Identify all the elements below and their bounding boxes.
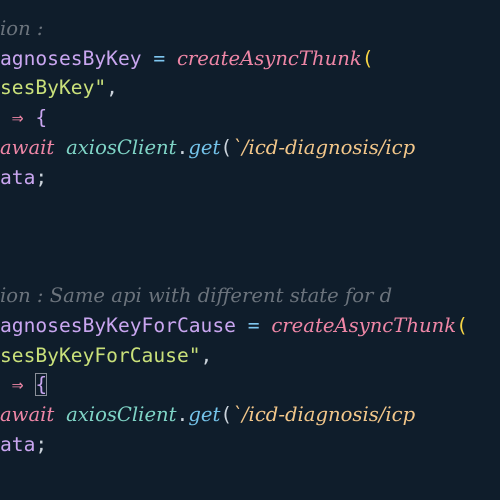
code-token-template: `/icd-diagnosis/icp [232,135,416,159]
code-token-variable: agnosesByKeyForCause [0,314,236,337]
code-token-punct: ; [35,165,48,189]
code-token-paren: ( [361,46,374,70]
code-token-keyword: await [0,135,55,159]
code-token-operator: = [235,314,272,337]
code-token-punct: , [200,343,213,367]
code-token-operator: = [141,46,177,70]
code-token-function: createAsyncThunk [176,46,362,70]
code-token-comment: ion : [0,17,50,40]
code-token-punct: . [176,135,189,159]
code-token-object: axiosClient [66,135,177,159]
code-token-object: axiosClient [66,403,177,427]
code-token-punct [54,136,66,159]
code-token-function: ⇒ [0,106,36,130]
code-token-comment: ion : Same api with different state for … [0,284,393,308]
code-token-punct: , [106,76,118,100]
code-line[interactable]: agnosesByKeyForCause = createAsyncThunk( [0,311,468,341]
code-line[interactable]: ata; [0,430,47,460]
code-token-punct: ( [220,403,233,427]
code-editor[interactable]: ion : agnosesByKey = createAsyncThunk(se… [0,0,500,500]
code-line[interactable]: sesByKeyForCause", [0,341,212,371]
code-line[interactable]: await axiosClient.get(`/icd-diagnosis/ic… [0,400,415,430]
code-line[interactable]: ⇒ { [0,103,47,133]
code-token-template: `/icd-diagnosis/icp [232,403,416,427]
code-token-variable: agnosesByKey [0,46,142,70]
code-token-function: ⇒ [0,373,36,397]
code-token-string: sesByKeyForCause" [0,343,201,367]
code-token-variable: { [35,106,48,130]
code-token-method: get [188,403,221,427]
code-token-keyword: await [0,403,55,427]
code-line[interactable]: await axiosClient.get(`/icd-diagnosis/ic… [0,133,415,163]
code-line[interactable]: ata; [0,163,47,193]
code-token-punct: . [176,403,189,427]
code-token-variable: ata [0,432,36,456]
code-token-variable: ata [0,165,36,189]
code-token-paren: ( [456,314,468,337]
code-line[interactable]: sesByKey", [0,73,118,103]
code-line[interactable]: ion : Same api with different state for … [0,281,392,311]
code-token-punct: ( [220,135,233,159]
code-line[interactable]: agnosesByKey = createAsyncThunk( [0,44,374,74]
code-token-function: createAsyncThunk [271,314,457,337]
code-token-punct [54,403,66,426]
code-token-method: get [188,135,221,159]
code-line[interactable]: ⇒ { [0,370,48,400]
code-token-variable: { [35,373,48,397]
code-token-punct: ; [35,432,48,456]
code-token-string: sesByKey" [0,76,107,100]
code-line[interactable]: ion : [0,14,50,44]
